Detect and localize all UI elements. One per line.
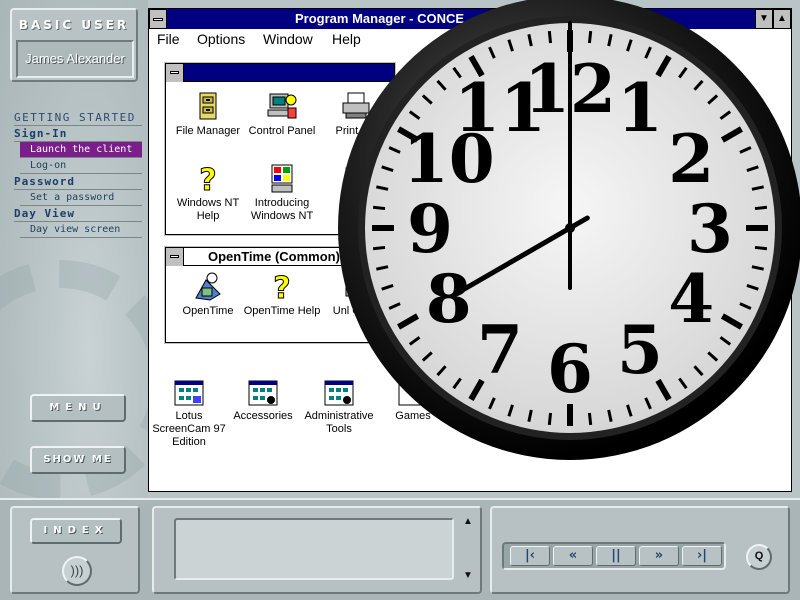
narration-section: ▲ ▼ (152, 506, 482, 594)
skip-to-end-button[interactable]: ›| (682, 546, 722, 566)
control-panel-icon-item[interactable]: Control Panel (242, 90, 322, 138)
narration-text-box (174, 518, 454, 580)
icon-label: File Manager (175, 125, 241, 137)
nav-item-set-password[interactable]: Set a password (20, 190, 142, 206)
group-system-menu-icon[interactable] (166, 64, 184, 82)
clock-minor-tick (587, 412, 593, 426)
clock-center-pin (565, 223, 575, 233)
clock-minor-tick (754, 205, 768, 211)
menu-options[interactable]: Options (197, 31, 245, 47)
speaker-icon[interactable]: ))) (62, 556, 92, 586)
wall-clock-image: 12 1234567891011 (338, 0, 800, 460)
windows-nt-help-icon-item[interactable]: ? Windows NT Help (168, 162, 248, 223)
pause-button[interactable]: || (596, 546, 636, 566)
clock-minor-tick (587, 30, 593, 44)
help-question-icon: ? (199, 163, 217, 195)
clock-numeral: 6 (547, 330, 593, 408)
menu-button[interactable]: MENU (30, 394, 126, 422)
icon-label: Control Panel (248, 125, 316, 137)
skip-to-start-button[interactable]: |‹ (510, 546, 550, 566)
quit-button[interactable]: Q (746, 544, 772, 570)
opentime-app-icon (195, 272, 221, 301)
clock-minor-tick (372, 205, 386, 211)
clock-minor-tick (372, 245, 386, 251)
group-system-menu-icon[interactable] (166, 248, 184, 266)
clock-numeral: 8 (426, 260, 472, 338)
rewind-button[interactable]: « (553, 546, 593, 566)
user-name-display: James Alexander (16, 40, 134, 78)
transport-controls: |‹ « || » ›| (502, 542, 726, 570)
icon-label: Windows NT Help (176, 197, 240, 222)
user-level-title: BASIC USER (18, 18, 130, 32)
clock-minor-tick (547, 412, 553, 426)
scroll-up-arrow-icon[interactable]: ▲ (460, 516, 476, 530)
clock-numeral: 2 (668, 120, 714, 198)
nav-item-log-on[interactable]: Log-on (20, 158, 142, 174)
group-title: OpenTime (Common) (208, 249, 340, 264)
program-group-icon (174, 380, 204, 406)
lesson-nav: GETTING STARTED Sign-In Launch the clien… (14, 110, 142, 238)
nav-section-password[interactable]: Password (14, 174, 142, 190)
opentime-icon-item[interactable]: OpenTime (168, 270, 248, 318)
clock-numeral: 5 (617, 311, 663, 389)
icon-label: OpenTime (182, 305, 234, 317)
help-question-icon: ? (273, 271, 291, 303)
clock-numeral: 9 (407, 190, 453, 268)
svg-text:?: ? (199, 163, 216, 194)
nav-section-getting-started[interactable]: GETTING STARTED (14, 110, 142, 126)
playback-section: |‹ « || » ›| Q (490, 506, 790, 594)
lesson-panel: BASIC USER James Alexander GETTING START… (0, 0, 148, 498)
file-cabinet-icon (199, 92, 217, 120)
clock-minor-tick (754, 245, 768, 251)
control-panel-icon (267, 93, 297, 119)
bottom-control-bar: INDEX ))) ▲ ▼ |‹ « || » ›| Q (0, 498, 800, 600)
windows-flag-icon (271, 164, 293, 193)
nav-section-day-view[interactable]: Day View (14, 206, 142, 222)
nav-section-sign-in[interactable]: Sign-In (14, 126, 142, 142)
file-manager-icon-item[interactable]: File Manager (168, 90, 248, 138)
menu-window[interactable]: Window (263, 31, 313, 47)
lotus-screencam-group-icon[interactable]: Lotus ScreenCam 97 Edition (149, 379, 229, 449)
svg-text:?: ? (273, 271, 290, 302)
clock-numeral: 11 (454, 69, 546, 147)
icon-label: Lotus ScreenCam 97 Edition (152, 410, 226, 448)
icon-label: Accessories (233, 410, 293, 422)
accessories-group-icon[interactable]: Accessories (223, 379, 303, 423)
show-me-button[interactable]: SHOW ME (30, 446, 126, 474)
clock-numeral: 3 (687, 190, 733, 268)
icon-label: Introducing Windows NT (250, 197, 314, 222)
index-button[interactable]: INDEX (30, 518, 122, 544)
clock-numeral: 7 (477, 311, 523, 389)
nav-item-launch-client[interactable]: Launch the client (20, 142, 142, 158)
fast-forward-button[interactable]: » (639, 546, 679, 566)
icon-label: OpenTime Help (243, 305, 321, 317)
nav-item-day-view-screen[interactable]: Day view screen (20, 222, 142, 238)
index-section: INDEX ))) (10, 506, 140, 594)
opentime-help-icon-item[interactable]: ? OpenTime Help (242, 270, 322, 318)
clock-numeral: 1 (617, 69, 663, 147)
program-group-icon (248, 380, 278, 406)
scroll-down-arrow-icon[interactable]: ▼ (460, 570, 476, 584)
menu-file[interactable]: File (157, 31, 180, 47)
clock-numeral: 4 (668, 260, 714, 338)
introducing-windows-nt-icon-item[interactable]: Introducing Windows NT (242, 162, 322, 223)
system-menu-icon[interactable] (149, 9, 167, 29)
clock-minor-tick (547, 30, 553, 44)
user-box: BASIC USER James Alexander (10, 8, 138, 82)
